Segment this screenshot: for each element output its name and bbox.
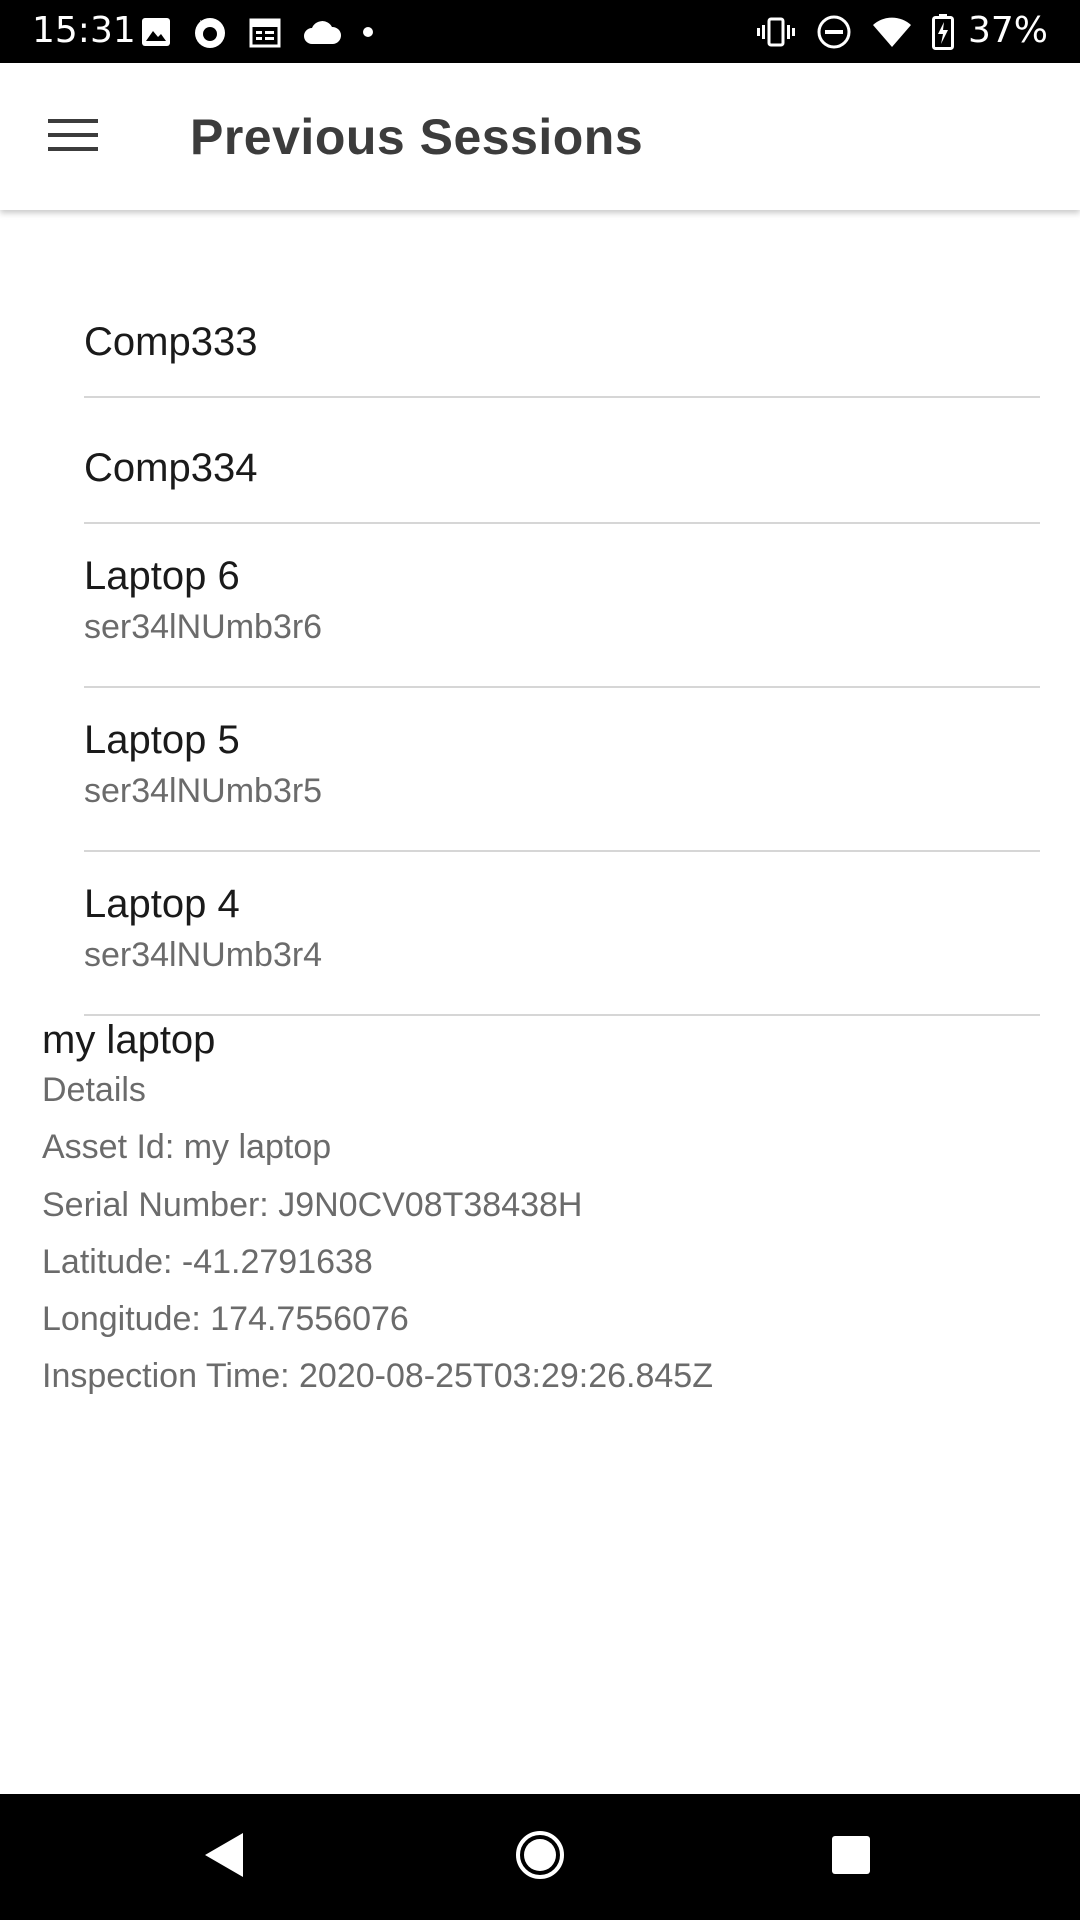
battery-percent: 37% [967,10,1048,51]
vibrate-icon [756,16,796,48]
list-item[interactable]: Laptop 4 ser34lNUmb3r4 [84,852,1040,1016]
list-item[interactable]: Laptop 5 ser34lNUmb3r5 [84,688,1040,852]
firefox-icon [192,14,228,50]
asset-id: Asset Id: my laptop [42,1128,332,1166]
inspection-time: Inspection Time: 2020-08-25T03:29:26.845… [42,1357,713,1395]
home-circle-icon [515,1830,565,1885]
list-item-title: Laptop 6 [84,554,240,598]
list-item[interactable]: Laptop 6 ser34lNUmb3r6 [84,524,1040,688]
notification-icons [140,12,374,52]
longitude: Longitude: 174.7556076 [42,1300,409,1338]
list-item-title: Comp334 [84,446,258,490]
details-heading: my laptop [42,1018,216,1062]
list-item-title: Comp333 [84,320,258,364]
list-item-title: Laptop 5 [84,718,240,762]
home-button[interactable] [505,1824,575,1890]
wifi-icon [872,16,912,48]
list-item-subtitle: ser34lNUmb3r6 [84,608,323,646]
back-triangle-icon [203,1831,247,1884]
serial-number: Serial Number: J9N0CV08T38438H [42,1186,583,1224]
latitude: Latitude: -41.2791638 [42,1243,373,1281]
menu-button[interactable] [28,106,118,168]
recents-button[interactable] [816,1824,886,1890]
status-time: 15:31 [32,10,136,51]
details-label: Details [42,1071,146,1109]
list-item[interactable]: Comp334 [84,398,1040,524]
page-title: Previous Sessions [190,109,644,165]
battery-charging-icon [932,14,954,50]
app-bar: Previous Sessions [0,63,1080,210]
system-icons [756,12,954,52]
list-item-subtitle: ser34lNUmb3r4 [84,936,323,974]
list-item-subtitle: ser34lNUmb3r5 [84,772,323,810]
calendar-icon [248,15,282,49]
image-icon [140,16,172,48]
hamburger-menu-icon [48,117,98,158]
recents-square-icon [831,1835,871,1880]
status-bar: 15:31 37% [0,0,1080,63]
list-item-title: Laptop 4 [84,882,240,926]
do-not-disturb-icon [816,14,852,50]
dot-icon [362,26,374,38]
back-button[interactable] [190,1824,260,1890]
list-item[interactable]: Comp333 [84,278,1040,398]
cloud-icon [302,18,342,46]
navigation-bar [0,1794,1080,1920]
